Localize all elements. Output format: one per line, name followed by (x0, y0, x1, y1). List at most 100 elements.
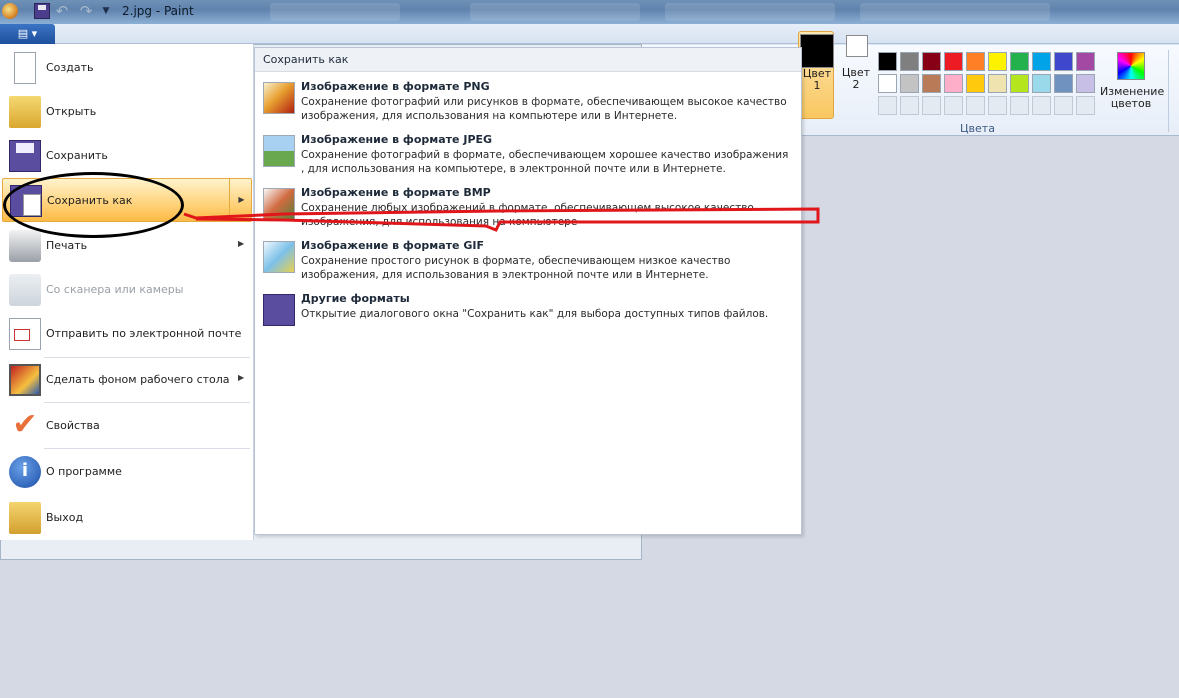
file-menu-item-label: Открыть (46, 105, 97, 118)
jpeg-image-icon (263, 135, 295, 167)
palette-color-swatch[interactable] (1076, 74, 1095, 93)
redo-icon[interactable]: ↷ (78, 3, 94, 19)
file-menu-item-label: Со сканера или камеры (46, 283, 184, 296)
palette-color-swatch[interactable] (966, 74, 985, 93)
png-image-icon (263, 82, 295, 114)
bmp-image-icon (263, 188, 295, 220)
undo-icon[interactable]: ↶ (54, 3, 70, 19)
save-format-option[interactable]: Изображение в формате GIF Сохранение прос… (259, 239, 797, 291)
palette-empty-slot[interactable] (878, 96, 897, 115)
palette-color-swatch[interactable] (1032, 74, 1051, 93)
save-icon (9, 140, 41, 172)
file-menu-item[interactable]: Выход (2, 496, 252, 540)
color-2-swatch (846, 35, 868, 57)
save-format-title: Изображение в формате PNG (301, 80, 490, 93)
color-1-label: Цвет 1 (802, 67, 832, 92)
save-as-submenu: Сохранить как Изображение в формате PNG С… (254, 47, 802, 535)
palette-empty-slot[interactable] (900, 96, 919, 115)
colors-group-label: Цвета (960, 122, 995, 135)
palette-color-swatch[interactable] (900, 74, 919, 93)
palette-color-swatch[interactable] (966, 52, 985, 71)
file-menu-item-label: Сохранить (46, 149, 108, 162)
file-menu-items: Создать Открыть Сохранить Сохранить как ▶ Печ… (0, 44, 254, 540)
paint-app-icon[interactable] (2, 3, 18, 19)
palette-color-swatch[interactable] (900, 52, 919, 71)
edit-colors-button[interactable]: Изменение цветов (1100, 52, 1165, 110)
file-menu-item-label: Свойства (46, 419, 100, 432)
palette-color-swatch[interactable] (944, 74, 963, 93)
palette-color-swatch[interactable] (1054, 52, 1073, 71)
file-menu-item[interactable]: Отправить по электронной почте (2, 312, 252, 356)
palette-color-swatch[interactable] (1032, 52, 1051, 71)
new-file-icon (14, 52, 36, 84)
menu-separator (44, 402, 250, 403)
file-menu-item[interactable]: Создать (2, 46, 252, 90)
file-menu-item: Со сканера или камеры (2, 268, 252, 312)
palette-empty-slot[interactable] (1032, 96, 1051, 115)
open-folder-icon (9, 96, 41, 128)
color-1-swatch (800, 34, 834, 68)
title-bar: ↶ ↷ ▼ 2.jpg - Paint (0, 0, 1179, 24)
palette-color-swatch[interactable] (1010, 74, 1029, 93)
save-format-title: Изображение в формате GIF (301, 239, 484, 252)
save-format-option[interactable]: Изображение в формате PNG Сохранение фото… (259, 80, 797, 132)
file-menu-item[interactable]: Открыть (2, 90, 252, 134)
color-1-selector[interactable]: Цвет 1 (798, 31, 834, 119)
save-format-description: Открытие диалогового окна "Сохранить как… (301, 308, 769, 320)
palette-empty-slot[interactable] (944, 96, 963, 115)
edit-colors-label: Изменение цветов (1100, 85, 1165, 110)
palette-color-swatch[interactable] (922, 52, 941, 71)
palette-color-swatch[interactable] (988, 52, 1007, 71)
checkmark-icon: ✔ (12, 407, 38, 442)
save-format-description: Сохранение фотографий или рисунков в фор… (301, 96, 787, 122)
file-menu-item[interactable]: i О программе (2, 450, 252, 494)
file-menu-button[interactable]: ▤ ▾ (0, 24, 55, 44)
palette-color-swatch[interactable] (944, 52, 963, 71)
save-format-option[interactable]: Изображение в формате JPEG Сохранение фот… (259, 133, 797, 185)
palette-empty-slot[interactable] (988, 96, 1007, 115)
palette-empty-slot[interactable] (1076, 96, 1095, 115)
palette-color-swatch[interactable] (878, 74, 897, 93)
submenu-arrow-icon: ▶ (238, 373, 245, 382)
save-format-option[interactable]: Другие форматы Открытие диалогового окна … (259, 292, 797, 344)
palette-empty-slot[interactable] (922, 96, 941, 115)
file-menu-item[interactable]: Сохранить (2, 134, 252, 178)
ribbon-tab-strip: ▤ ▾ (0, 24, 1179, 44)
palette-color-swatch[interactable] (1054, 74, 1073, 93)
palette-color-swatch[interactable] (1076, 52, 1095, 71)
printer-icon (9, 230, 41, 262)
file-menu-item[interactable]: Сделать фоном рабочего стола ▶ (2, 358, 252, 402)
save-format-title: Изображение в формате BMP (301, 186, 491, 199)
color-2-selector[interactable]: Цвет 2 (838, 31, 874, 119)
other-formats-icon (263, 294, 295, 326)
palette-color-swatch[interactable] (878, 52, 897, 71)
file-menu-item-label: О программе (46, 465, 122, 478)
file-menu-item-label: Сделать фоном рабочего стола (46, 373, 230, 386)
customize-toolbar-icon[interactable]: ▼ (98, 3, 114, 19)
submenu-header: Сохранить как (255, 48, 801, 72)
desktop-icon (9, 364, 41, 396)
save-format-option[interactable]: Изображение в формате BMP Сохранение любы… (259, 186, 797, 238)
submenu-arrow-icon: ▶ (238, 239, 245, 248)
palette-empty-slot[interactable] (1054, 96, 1073, 115)
background-taskbar-tab (665, 3, 835, 21)
palette-empty-slot[interactable] (1010, 96, 1029, 115)
exit-icon (9, 502, 41, 534)
save-format-description: Сохранение простого рисунок в формате, о… (301, 255, 731, 281)
color-wheel-icon (1117, 52, 1145, 80)
file-menu-item[interactable]: ✔ Свойства (2, 404, 252, 448)
quick-save-icon[interactable] (34, 3, 50, 19)
file-menu-item-label: Создать (46, 61, 94, 74)
save-format-title: Другие форматы (301, 292, 410, 305)
palette-empty-slot[interactable] (966, 96, 985, 115)
info-icon: i (9, 456, 41, 488)
palette-color-swatch[interactable] (1010, 52, 1029, 71)
palette-color-swatch[interactable] (922, 74, 941, 93)
background-taskbar-tab (860, 3, 1050, 21)
email-icon (9, 318, 41, 350)
palette-color-swatch[interactable] (988, 74, 1007, 93)
file-menu-item-label: Отправить по электронной почте (46, 327, 242, 340)
submenu-arrow-icon: ▶ (229, 179, 253, 221)
background-taskbar-tab (470, 3, 640, 21)
save-format-description: Сохранение фотографий в формате, обеспеч… (301, 149, 789, 175)
